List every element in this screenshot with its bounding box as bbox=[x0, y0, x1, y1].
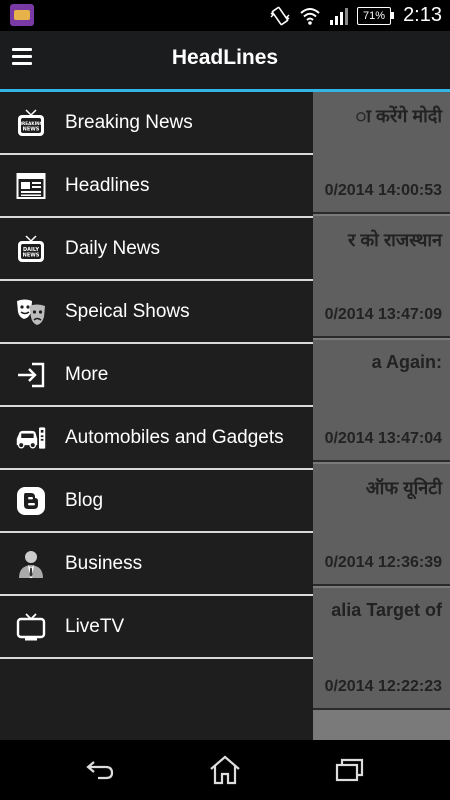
navigation-drawer: BREAKING NEWS Breaking News Headlines DA… bbox=[0, 92, 313, 740]
news-timestamp: 0/2014 12:36:39 bbox=[324, 554, 442, 571]
drawer-item-label: LiveTV bbox=[65, 615, 125, 637]
news-timestamp: 0/2014 13:47:04 bbox=[324, 430, 442, 447]
drawer-item-breaking-news[interactable]: BREAKING NEWS Breaking News bbox=[0, 92, 313, 155]
breaking-news-tv-icon: BREAKING NEWS bbox=[15, 107, 47, 139]
sign-in-arrow-icon bbox=[15, 359, 47, 391]
drawer-item-business[interactable]: Business bbox=[0, 533, 313, 596]
drawer-item-blog[interactable]: Blog bbox=[0, 470, 313, 533]
news-headline: र को राजस्थान bbox=[347, 230, 442, 250]
blogger-icon bbox=[15, 485, 47, 517]
drawer-item-automobiles-gadgets[interactable]: Automobiles and Gadgets bbox=[0, 407, 313, 470]
car-remote-icon bbox=[15, 422, 47, 454]
drawer-item-label: Business bbox=[65, 552, 143, 574]
action-bar: HeadLines bbox=[0, 31, 450, 92]
drawer-item-label: Blog bbox=[65, 489, 104, 511]
drawer-item-label: Headlines bbox=[65, 174, 150, 196]
businessman-icon bbox=[15, 548, 47, 580]
drawer-item-label: Daily News bbox=[65, 237, 161, 259]
news-headline: alia Target of bbox=[331, 600, 442, 620]
news-timestamp: 0/2014 13:47:09 bbox=[324, 306, 442, 323]
news-timestamp: 0/2014 12:22:23 bbox=[324, 678, 442, 695]
drawer-item-label: More bbox=[65, 363, 109, 385]
back-icon[interactable] bbox=[82, 754, 118, 786]
wifi-icon bbox=[300, 7, 320, 25]
signal-icon bbox=[330, 7, 349, 25]
drawer-item-livetv[interactable]: LiveTV bbox=[0, 596, 313, 659]
daily-news-tv-icon: DAILY NEWS bbox=[15, 233, 47, 265]
theater-masks-icon bbox=[15, 296, 47, 328]
drawer-item-headlines[interactable]: Headlines bbox=[0, 155, 313, 218]
home-icon[interactable] bbox=[207, 754, 243, 786]
drawer-item-label: Automobiles and Gadgets bbox=[65, 426, 284, 448]
system-nav-bar bbox=[0, 740, 450, 800]
tv-icon bbox=[15, 611, 47, 643]
news-timestamp: 0/2014 14:00:53 bbox=[324, 182, 442, 199]
news-headline: ा करेंगे मोदी bbox=[355, 106, 442, 126]
page-title: HeadLines bbox=[171, 46, 279, 69]
news-headline: a Again: bbox=[371, 352, 442, 372]
svg-text:NEWS: NEWS bbox=[23, 252, 40, 258]
clock: 2:13 bbox=[403, 4, 442, 26]
battery-indicator: 71% bbox=[357, 6, 395, 25]
news-headline: ऑफ यूनिटी bbox=[365, 478, 442, 498]
newspaper-icon bbox=[15, 170, 47, 202]
status-bar: 71% 2:13 bbox=[0, 0, 450, 31]
vibrate-icon bbox=[270, 6, 290, 25]
drawer-item-label: Breaking News bbox=[65, 111, 193, 133]
drawer-item-label: Speical Shows bbox=[65, 300, 190, 322]
drawer-item-daily-news[interactable]: DAILY NEWS Daily News bbox=[0, 218, 313, 281]
recent-apps-icon[interactable] bbox=[332, 754, 368, 786]
drawer-item-special-shows[interactable]: Speical Shows bbox=[0, 281, 313, 344]
svg-text:BREAKING: BREAKING bbox=[19, 121, 44, 126]
svg-text:NEWS: NEWS bbox=[23, 126, 40, 132]
drawer-item-more[interactable]: More bbox=[0, 344, 313, 407]
app-notification-icon bbox=[10, 4, 34, 26]
